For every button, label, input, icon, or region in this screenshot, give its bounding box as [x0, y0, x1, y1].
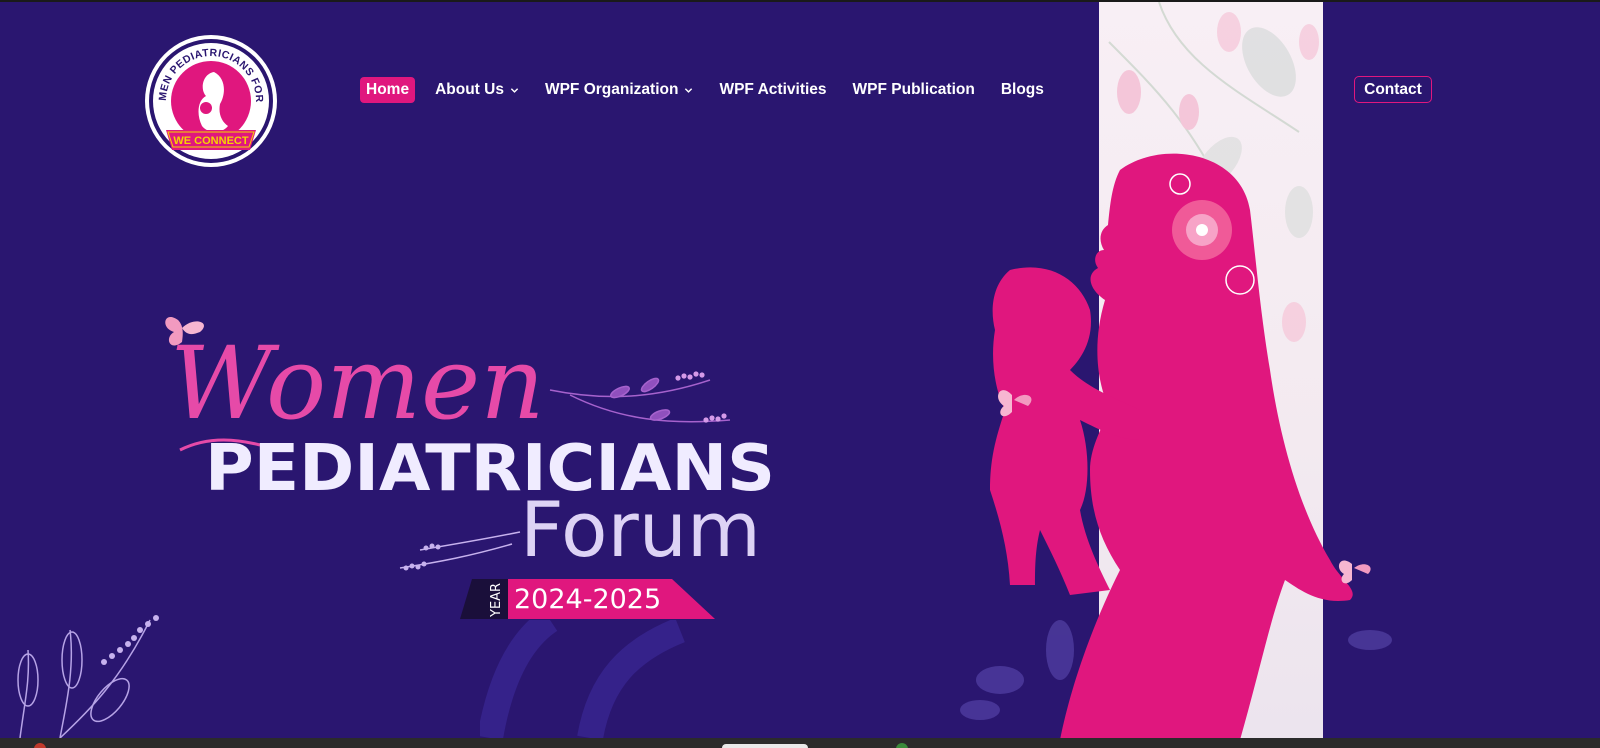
nav-item-label: Home [366, 81, 410, 98]
window-top-border [0, 0, 1600, 2]
nav-item-blogs[interactable]: Blogs [995, 77, 1050, 103]
logo-ribbon-text: WE CONNECT [173, 135, 248, 147]
chevron-down-icon [685, 87, 693, 93]
nav-item-wpf-organization[interactable]: WPF Organization [539, 77, 699, 103]
page: WOMEN PEDIATRICIANS FORUM WE CONNECT Hom… [0, 0, 1600, 748]
nav-item-label: WPF Organization [544, 81, 679, 98]
year-label: YEAR [489, 583, 504, 618]
main-nav: Home About Us WPF Organization WPF Activ… [360, 76, 1064, 104]
taskbar-strip [0, 738, 1600, 748]
floral-sprig-decoration [17, 615, 159, 738]
taskbar-icon[interactable] [34, 743, 46, 748]
nav-item-label: Blogs [1000, 81, 1044, 98]
nav-item-wpf-activities[interactable]: WPF Activities [713, 77, 832, 103]
site-logo[interactable]: WOMEN PEDIATRICIANS FORUM WE CONNECT [139, 25, 278, 168]
nav-item-about-us[interactable]: About Us [429, 77, 525, 103]
background-arcs [480, 620, 685, 738]
nav-item-home[interactable]: Home [360, 77, 416, 103]
mother-child-illustration [960, 153, 1392, 740]
hero-script-word: Women [170, 325, 545, 442]
year-banner: YEAR 2024-2025 [460, 579, 715, 619]
hero-sub-word: Forum [520, 485, 761, 574]
chevron-down-icon [510, 87, 519, 93]
nav-item-label: About Us [435, 81, 504, 98]
nav-item-wpf-publication[interactable]: WPF Publication [847, 77, 981, 103]
contact-button[interactable]: Contact [1354, 76, 1432, 103]
butterfly-icon [1338, 560, 1371, 584]
nav-item-label: WPF Publication [852, 81, 975, 98]
nav-item-label: WPF Activities [719, 81, 827, 98]
year-value: 2024-2025 [514, 584, 661, 615]
taskbar-icon[interactable] [896, 743, 908, 748]
taskbar-item[interactable] [722, 744, 808, 748]
